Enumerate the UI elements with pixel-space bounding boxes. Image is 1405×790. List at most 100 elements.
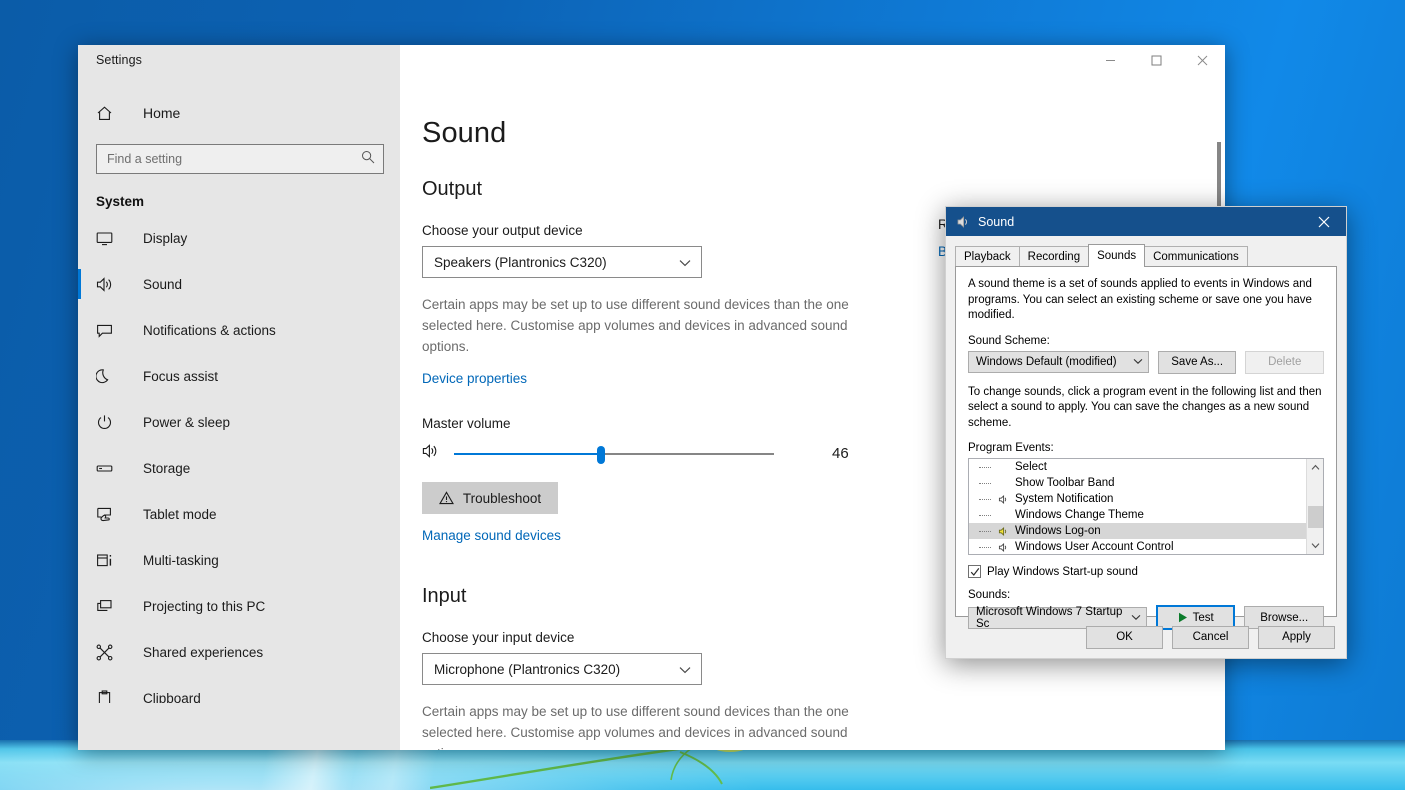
sidebar-item-notifications[interactable]: Notifications & actions xyxy=(78,307,400,353)
scroll-down-icon[interactable] xyxy=(1307,537,1324,554)
volume-speaker-icon[interactable] xyxy=(422,443,448,464)
search-box[interactable] xyxy=(96,144,384,174)
tree-line-icon xyxy=(973,531,995,532)
moon-icon xyxy=(96,368,126,385)
tree-line-icon xyxy=(973,467,995,468)
sidebar-item-label: Notifications & actions xyxy=(143,323,276,338)
slider-thumb[interactable] xyxy=(597,446,605,464)
output-heading: Output xyxy=(422,178,1225,201)
maximize-icon[interactable] xyxy=(1133,45,1179,76)
search-input[interactable] xyxy=(107,152,361,166)
list-item-selected[interactable]: Windows Log-on xyxy=(969,523,1323,539)
sidebar-item-label: Shared experiences xyxy=(143,645,263,660)
search-wrapper xyxy=(78,136,400,174)
events-list-scrollbar[interactable] xyxy=(1306,459,1323,554)
search-icon xyxy=(361,150,375,169)
sidebar-item-label: Multi-tasking xyxy=(143,553,219,568)
change-sounds-instructions: To change sounds, click a program event … xyxy=(968,385,1324,432)
sidebar-item-label: Clipboard xyxy=(143,691,201,704)
ok-button[interactable]: OK xyxy=(1086,626,1163,649)
sidebar-item-focus-assist[interactable]: Focus assist xyxy=(78,353,400,399)
output-device-value: Speakers (Plantronics C320) xyxy=(434,255,607,270)
sidebar-item-shared-experiences[interactable]: Shared experiences xyxy=(78,629,400,675)
sidebar-item-clipboard[interactable]: Clipboard xyxy=(78,675,400,703)
troubleshoot-button[interactable]: Troubleshoot xyxy=(422,482,558,514)
sidebar-item-clipboard-clipped[interactable]: Clipboard xyxy=(78,675,400,703)
list-item[interactable]: Windows User Account Control xyxy=(969,539,1323,555)
close-icon[interactable] xyxy=(1302,207,1346,236)
sidebar-item-storage[interactable]: Storage xyxy=(78,445,400,491)
input-device-select[interactable]: Microphone (Plantronics C320) xyxy=(422,653,702,685)
program-events-list[interactable]: Select Show Toolbar Band System Notifica… xyxy=(968,458,1324,555)
sound-dialog-tabs: Playback Recording Sounds Communications xyxy=(955,244,1337,266)
settings-titlebar[interactable]: Settings xyxy=(78,45,1225,77)
tab-sounds[interactable]: Sounds xyxy=(1088,244,1145,267)
sidebar-item-display[interactable]: Display xyxy=(78,215,400,261)
page-title: Sound xyxy=(422,117,1225,150)
sound-theme-description: A sound theme is a set of sounds applied… xyxy=(968,277,1324,324)
sound-dialog-title: Sound xyxy=(978,215,1014,229)
slider-fill xyxy=(454,453,601,455)
tab-communications[interactable]: Communications xyxy=(1144,246,1248,266)
monitor-icon xyxy=(96,230,126,247)
list-item[interactable]: System Notification xyxy=(969,491,1323,507)
delete-button: Delete xyxy=(1245,351,1324,374)
tab-playback[interactable]: Playback xyxy=(955,246,1020,266)
list-item[interactable]: Show Toolbar Band xyxy=(969,475,1323,491)
event-name: Select xyxy=(1015,461,1047,473)
input-device-value: Microphone (Plantronics C320) xyxy=(434,662,620,677)
list-item[interactable]: Select xyxy=(969,459,1323,475)
close-icon[interactable] xyxy=(1179,45,1225,76)
tab-recording[interactable]: Recording xyxy=(1019,246,1089,266)
output-note: Certain apps may be set up to use differ… xyxy=(422,294,870,357)
sidebar-item-label: Tablet mode xyxy=(143,507,217,522)
settings-sidebar: Home System Display xyxy=(78,45,400,750)
notification-icon xyxy=(96,322,126,339)
tree-line-icon xyxy=(973,499,995,500)
sound-dialog-body: Playback Recording Sounds Communications… xyxy=(946,236,1346,660)
speaker-icon xyxy=(995,542,1011,553)
tree-line-icon xyxy=(973,483,995,484)
save-as-button[interactable]: Save As... xyxy=(1158,351,1237,374)
apply-button[interactable]: Apply xyxy=(1258,626,1335,649)
window-controls xyxy=(1087,45,1225,76)
warning-triangle-icon xyxy=(439,491,454,505)
sidebar-item-label: Power & sleep xyxy=(143,415,230,430)
chevron-down-icon xyxy=(679,255,691,270)
play-startup-sound-row[interactable]: Play Windows Start-up sound xyxy=(968,565,1324,578)
sound-scheme-select[interactable]: Windows Default (modified) xyxy=(968,351,1149,373)
event-name: System Notification xyxy=(1015,493,1113,505)
sidebar-item-projecting[interactable]: Projecting to this PC xyxy=(78,583,400,629)
scroll-up-icon[interactable] xyxy=(1307,459,1323,476)
sidebar-item-home[interactable]: Home xyxy=(78,90,400,136)
sidebar-item-power-sleep[interactable]: Power & sleep xyxy=(78,399,400,445)
scrollbar-thumb[interactable] xyxy=(1308,506,1323,528)
startup-sound-checkbox[interactable] xyxy=(968,565,981,578)
cancel-button[interactable]: Cancel xyxy=(1172,626,1249,649)
startup-sound-label: Play Windows Start-up sound xyxy=(987,566,1138,578)
sidebar-item-multi-tasking[interactable]: Multi-tasking xyxy=(78,537,400,583)
sound-dialog-titlebar[interactable]: Sound xyxy=(946,207,1346,236)
sound-scheme-row: Windows Default (modified) Save As... De… xyxy=(968,351,1324,374)
list-item[interactable]: Windows Change Theme xyxy=(969,507,1323,523)
event-name: Windows Log-on xyxy=(1015,525,1101,537)
settings-window-title: Settings xyxy=(78,45,142,67)
sound-scheme-value: Windows Default (modified) xyxy=(976,356,1117,368)
sound-app-icon xyxy=(955,214,971,230)
project-icon xyxy=(96,598,126,615)
storage-icon xyxy=(96,460,126,477)
output-device-select[interactable]: Speakers (Plantronics C320) xyxy=(422,246,702,278)
master-volume-slider[interactable] xyxy=(454,444,774,464)
sidebar-item-label: Display xyxy=(143,231,187,246)
program-events-label: Program Events: xyxy=(968,442,1324,454)
sidebar-item-label: Focus assist xyxy=(143,369,218,384)
event-name: Windows User Account Control xyxy=(1015,541,1174,553)
sidebar-item-sound[interactable]: Sound xyxy=(78,261,400,307)
sidebar-item-label: Projecting to this PC xyxy=(143,599,265,614)
sounds-label: Sounds: xyxy=(968,589,1324,601)
sidebar-item-tablet-mode[interactable]: Tablet mode xyxy=(78,491,400,537)
sidebar-group-label: System xyxy=(78,174,400,215)
sidebar-item-label: Sound xyxy=(143,277,182,292)
chevron-down-icon xyxy=(679,662,691,677)
minimize-icon[interactable] xyxy=(1087,45,1133,76)
